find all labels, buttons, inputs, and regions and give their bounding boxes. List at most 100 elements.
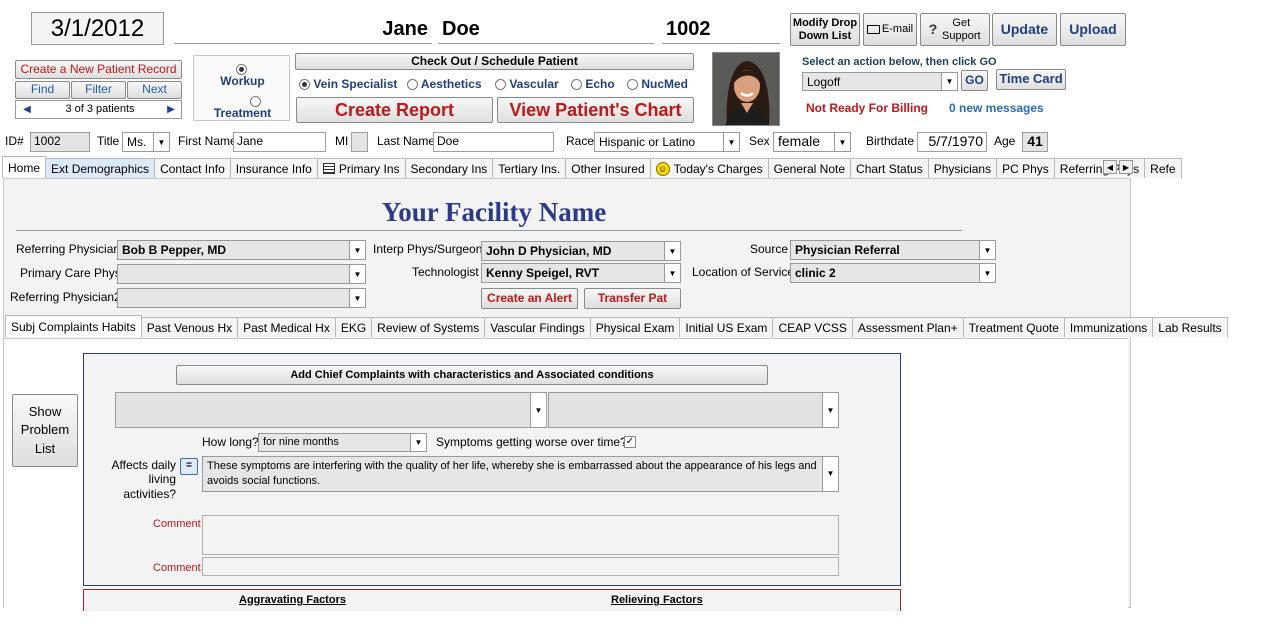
- tab-today-s-charges[interactable]: ☺ Today's Charges: [649, 158, 769, 178]
- nucmed-option[interactable]: NucMed: [627, 77, 688, 91]
- chevron-down-icon[interactable]: ▼: [979, 264, 995, 282]
- interp-phys-select[interactable]: John D Physician, MD ▼: [481, 241, 681, 261]
- chevron-down-icon[interactable]: ▼: [834, 133, 850, 151]
- chevron-down-icon[interactable]: ▼: [410, 434, 426, 451]
- next-button[interactable]: Next: [127, 81, 182, 99]
- tab-other-insured[interactable]: Other Insured: [565, 158, 651, 178]
- next-record-icon[interactable]: ▶: [161, 102, 181, 117]
- show-problem-list-button[interactable]: Show Problem List: [12, 394, 78, 467]
- tab-physicians[interactable]: Physicians: [927, 158, 998, 178]
- messages-link[interactable]: 0 new messages: [949, 101, 1044, 115]
- find-button[interactable]: Find: [15, 81, 70, 99]
- comment-field-1[interactable]: [202, 515, 839, 555]
- create-alert-button[interactable]: Create an Alert: [481, 288, 578, 309]
- complaint-select-1[interactable]: ▼: [115, 392, 547, 428]
- chevron-down-icon[interactable]: ▼: [349, 289, 365, 307]
- birthdate-field[interactable]: 5/7/1970: [917, 132, 987, 152]
- vascular-radio[interactable]: [495, 79, 506, 91]
- comment-field-2[interactable]: [202, 557, 839, 576]
- chevron-down-icon[interactable]: ▼: [349, 241, 365, 259]
- create-new-patient-button[interactable]: Create a New Patient Record: [15, 60, 182, 79]
- subtab-lab-results[interactable]: Lab Results: [1152, 317, 1228, 337]
- subtab-physical-exam[interactable]: Physical Exam: [589, 317, 681, 337]
- create-report-button[interactable]: Create Report: [296, 97, 493, 123]
- prev-record-icon[interactable]: ◀: [17, 102, 37, 117]
- checkout-button[interactable]: Check Out / Schedule Patient: [295, 53, 694, 70]
- subtab-vascular-findings[interactable]: Vascular Findings: [484, 317, 591, 337]
- echo-option[interactable]: Echo: [571, 77, 615, 91]
- tab-tertiary-ins[interactable]: Tertiary Ins.: [492, 158, 567, 178]
- mi-field[interactable]: [351, 132, 368, 152]
- vascular-option[interactable]: Vascular: [495, 77, 559, 91]
- subtab-subj-complaints-habits[interactable]: Subj Complaints Habits: [5, 315, 142, 337]
- how-long-select[interactable]: for nine months ▼: [258, 433, 427, 452]
- action-select[interactable]: Logoff ▼: [802, 72, 958, 91]
- subtab-initial-us-exam[interactable]: Initial US Exam: [679, 317, 774, 337]
- view-chart-button[interactable]: View Patient's Chart: [497, 97, 694, 123]
- echo-radio[interactable]: [571, 79, 582, 91]
- title-select[interactable]: Ms. ▼: [122, 132, 170, 152]
- tab-refe[interactable]: Refe: [1144, 158, 1182, 178]
- upload-button[interactable]: Upload: [1060, 13, 1126, 46]
- technologist-select[interactable]: Kenny Speigel, RVT ▼: [481, 263, 681, 283]
- chevron-down-icon[interactable]: ▼: [153, 133, 169, 151]
- subtab-immunizations[interactable]: Immunizations: [1063, 317, 1154, 337]
- modify-drop-down-button[interactable]: Modify Drop Down List: [790, 13, 860, 46]
- subtab-assessment-plan[interactable]: Assessment Plan+: [851, 317, 964, 337]
- subtab-past-venous-hx[interactable]: Past Venous Hx: [140, 317, 239, 337]
- referring-physician2-select[interactable]: ▼: [117, 288, 366, 308]
- source-select[interactable]: Physician Referral ▼: [790, 240, 996, 260]
- race-select[interactable]: Hispanic or Latino ▼: [594, 132, 740, 152]
- affects-select[interactable]: These symptoms are interfering with the …: [202, 456, 839, 492]
- tab-scroll-left[interactable]: ◀: [1103, 160, 1117, 174]
- email-button[interactable]: E-mail: [863, 13, 917, 46]
- chevron-down-icon[interactable]: ▼: [530, 393, 546, 427]
- last-name-field[interactable]: Doe: [433, 132, 554, 152]
- add-chief-complaints-button[interactable]: Add Chief Complaints with characteristic…: [176, 365, 768, 385]
- first-name-field[interactable]: Jane: [233, 132, 326, 152]
- sex-select[interactable]: female ▼: [773, 132, 851, 152]
- chevron-down-icon[interactable]: ▼: [822, 457, 838, 491]
- date-field[interactable]: 3/1/2012: [31, 12, 164, 45]
- subtab-ekg[interactable]: EKG: [334, 317, 373, 337]
- update-button[interactable]: Update: [992, 13, 1057, 46]
- aesthetics-option[interactable]: Aesthetics: [407, 77, 482, 91]
- chevron-down-icon[interactable]: ▼: [822, 393, 838, 427]
- go-button[interactable]: GO: [961, 70, 988, 91]
- chevron-down-icon[interactable]: ▼: [723, 133, 739, 151]
- tab-primary-ins[interactable]: Primary Ins: [316, 158, 406, 178]
- vein-specialist-option[interactable]: Vein Specialist: [299, 77, 397, 91]
- subtab-treatment-quote[interactable]: Treatment Quote: [962, 317, 1065, 337]
- time-card-button[interactable]: Time Card: [996, 69, 1066, 90]
- get-support-button[interactable]: ? Get Support: [920, 13, 990, 46]
- subtab-review-of-systems[interactable]: Review of Systems: [371, 317, 486, 337]
- chevron-down-icon[interactable]: ▼: [664, 264, 680, 282]
- vein-specialist-radio[interactable]: [299, 79, 310, 91]
- primary-care-select[interactable]: ▼: [117, 264, 366, 284]
- tab-ext-demographics[interactable]: Ext Demographics: [45, 158, 156, 178]
- tab-scroll-right[interactable]: ▶: [1119, 160, 1133, 174]
- subtab-ceap-vcss[interactable]: CEAP VCSS: [772, 317, 853, 337]
- transfer-pat-button[interactable]: Transfer Pat: [584, 288, 681, 309]
- subtab-past-medical-hx[interactable]: Past Medical Hx: [237, 317, 336, 337]
- tab-pc-phys[interactable]: PC Phys: [996, 158, 1055, 178]
- tab-chart-status[interactable]: Chart Status: [850, 158, 929, 178]
- complaint-select-2[interactable]: ▼: [548, 392, 839, 428]
- worse-checkbox[interactable]: ✓: [624, 436, 636, 448]
- filter-button[interactable]: Filter: [71, 81, 126, 99]
- aesthetics-radio[interactable]: [407, 79, 418, 91]
- tab-contact-info[interactable]: Contact Info: [154, 158, 231, 178]
- referring-physician-select[interactable]: Bob B Pepper, MD ▼: [117, 240, 366, 260]
- chevron-down-icon[interactable]: ▼: [941, 73, 957, 90]
- location-select[interactable]: clinic 2 ▼: [790, 263, 996, 283]
- id-field[interactable]: 1002: [30, 132, 90, 152]
- chevron-down-icon[interactable]: ▼: [664, 242, 680, 260]
- tab-home[interactable]: Home: [2, 156, 47, 178]
- tab-insurance-info[interactable]: Insurance Info: [229, 158, 318, 178]
- chevron-down-icon[interactable]: ▼: [979, 241, 995, 259]
- chevron-down-icon[interactable]: ▼: [349, 265, 365, 283]
- tab-general-note[interactable]: General Note: [767, 158, 852, 178]
- notes-icon[interactable]: =: [180, 458, 198, 475]
- nucmed-radio[interactable]: [627, 79, 638, 91]
- tab-secondary-ins[interactable]: Secondary Ins: [404, 158, 494, 178]
